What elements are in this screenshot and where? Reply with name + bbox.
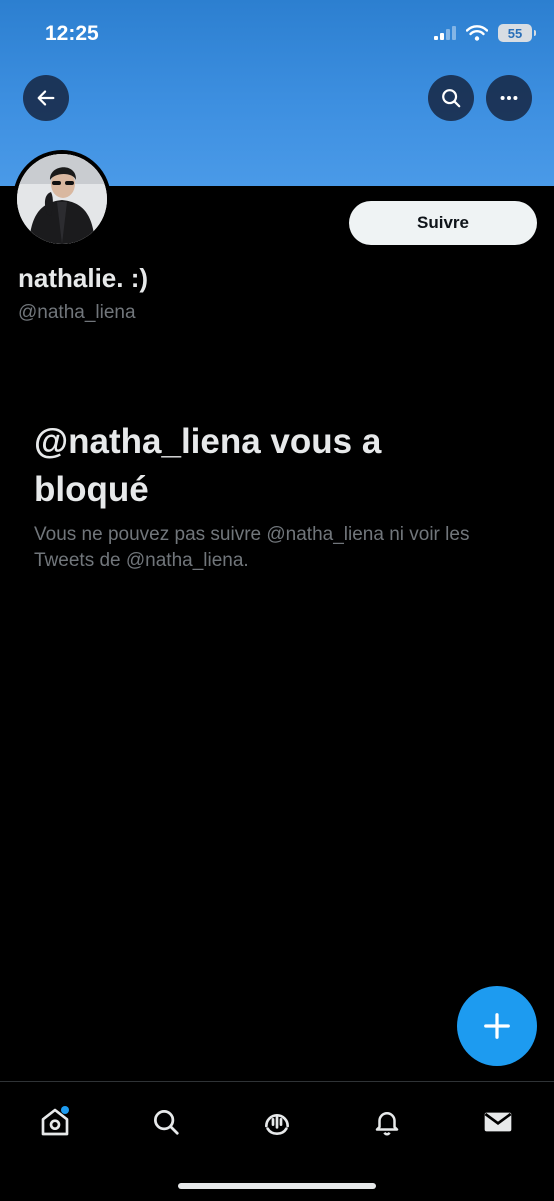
arrow-left-icon bbox=[37, 90, 55, 106]
tab-search[interactable] bbox=[146, 1102, 186, 1142]
bell-icon bbox=[375, 1112, 399, 1136]
plus-icon bbox=[484, 1013, 510, 1039]
more-button[interactable] bbox=[486, 75, 532, 121]
search-icon bbox=[442, 89, 461, 108]
tab-home[interactable] bbox=[35, 1102, 75, 1142]
back-button[interactable] bbox=[23, 75, 69, 121]
blocked-title: @natha_liena vous a bloqué bbox=[34, 422, 382, 509]
profile-handle: @natha_liena bbox=[18, 302, 136, 323]
tab-messages[interactable] bbox=[478, 1102, 518, 1142]
blocked-description: Vous ne pouvez pas suivre @natha_liena n… bbox=[34, 524, 470, 571]
search-icon bbox=[154, 1110, 179, 1135]
tab-spaces[interactable] bbox=[257, 1102, 297, 1142]
spaces-icon bbox=[265, 1114, 289, 1135]
profile-name: nathalie. :) bbox=[18, 263, 149, 293]
avatar-image bbox=[17, 154, 107, 244]
tab-notifications[interactable] bbox=[367, 1102, 407, 1142]
home-indicator bbox=[178, 1183, 376, 1189]
follow-button[interactable]: Suivre bbox=[349, 201, 537, 245]
notification-dot bbox=[61, 1106, 69, 1114]
status-time: 12:25 bbox=[45, 22, 99, 45]
battery-indicator: 55 bbox=[498, 24, 536, 42]
avatar[interactable] bbox=[13, 150, 111, 248]
search-button[interactable] bbox=[428, 75, 474, 121]
signal-icon bbox=[434, 26, 456, 40]
compose-button[interactable] bbox=[457, 986, 537, 1066]
mail-icon bbox=[484, 1112, 512, 1132]
more-icon bbox=[500, 95, 518, 101]
status-indicators: 55 bbox=[434, 24, 536, 42]
wifi-icon bbox=[466, 25, 488, 41]
